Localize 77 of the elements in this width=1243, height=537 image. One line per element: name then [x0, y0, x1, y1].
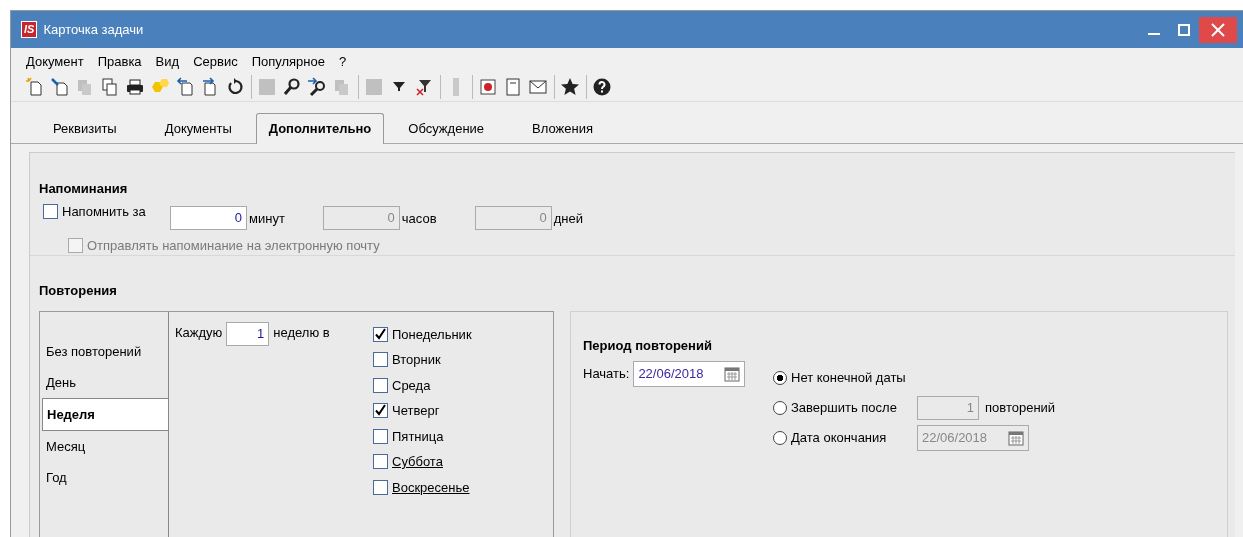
mode-item[interactable]: Год: [40, 461, 168, 493]
close-icon: [1211, 22, 1225, 37]
print-icon: [125, 76, 145, 97]
calendar-icon: [1008, 430, 1024, 446]
checkmark-icon: [374, 404, 387, 418]
section-heading: Повторения: [39, 282, 118, 300]
checkbox[interactable]: [373, 403, 388, 419]
menu-item[interactable]: ?: [332, 52, 354, 72]
field-label: Каждую: [175, 323, 223, 342]
maximize-icon: [1178, 23, 1190, 36]
checkbox-label: Четверг: [392, 402, 440, 420]
record-icon: [478, 76, 498, 97]
edit-document-icon: [50, 76, 70, 97]
date-field[interactable]: 22/06/2018: [633, 361, 746, 387]
checkbox[interactable]: [373, 326, 388, 342]
checkbox-label: Вторник: [392, 351, 441, 369]
close-button[interactable]: [1199, 16, 1237, 43]
disabled-block-icon: [257, 76, 277, 97]
menu-item[interactable]: Документ: [19, 52, 91, 72]
date-text: 22/06/2018: [638, 365, 704, 384]
checkbox-label: Напомнить за: [62, 202, 146, 221]
mode-item[interactable]: Неделя: [42, 397, 168, 431]
radio-button[interactable]: [773, 371, 787, 385]
tab[interactable]: Реквизиты: [29, 115, 141, 143]
section-heading: Напоминания: [39, 180, 129, 198]
menu-item[interactable]: Вид: [148, 52, 187, 72]
date-text: 22/06/2018: [922, 429, 988, 448]
menu-item[interactable]: Популярное: [244, 52, 332, 72]
tab[interactable]: Документы: [140, 115, 256, 143]
menu-item[interactable]: Сервис: [186, 52, 245, 72]
radio-label: Дата окончания: [791, 429, 888, 448]
interval-field[interactable]: 1: [226, 321, 270, 346]
app-logo: IS: [21, 21, 38, 38]
checkbox[interactable]: [373, 352, 388, 368]
unit-label: часов: [401, 210, 437, 229]
checkmark-icon: [374, 327, 387, 341]
mode-item[interactable]: Месяц: [40, 430, 168, 462]
import-icon: [175, 76, 195, 97]
help-icon: [592, 76, 612, 97]
unit-label: повторений: [985, 399, 1056, 418]
checkbox[interactable]: [373, 479, 388, 495]
link[interactable]: Воскресенье: [392, 477, 470, 497]
unit-label: минут: [249, 210, 285, 229]
field-label: неделю в: [273, 323, 330, 342]
tab[interactable]: Вложения: [508, 115, 617, 143]
unit-label: дней: [553, 210, 583, 229]
radio-label: Нет конечной даты: [791, 369, 907, 388]
section-heading: Период повторений: [583, 336, 713, 355]
minimize-icon: [1148, 33, 1160, 35]
mode-item[interactable]: Без повторений: [40, 335, 168, 367]
field-label: Начать:: [583, 365, 630, 384]
menu-item[interactable]: Правка: [90, 52, 149, 72]
number-field[interactable]: 0: [170, 205, 247, 230]
checkbox-label: Понедельник: [392, 325, 472, 344]
link[interactable]: Суббота: [392, 452, 443, 472]
radio-label: Завершить после: [791, 399, 898, 418]
page-icon: [503, 76, 523, 97]
checkbox[interactable]: [373, 428, 388, 444]
duplicate-icon: [100, 76, 120, 97]
disabled-block-icon: [364, 76, 384, 97]
radio-button[interactable]: [773, 431, 787, 445]
checkbox-label: Отправлять напоминание на электронную почту: [87, 236, 380, 255]
search-next-icon: [307, 76, 327, 97]
checkbox[interactable]: [43, 203, 58, 219]
tab[interactable]: Дополнительно: [255, 113, 385, 144]
new-document-icon: [25, 76, 45, 97]
checkbox-label: Пятница: [392, 427, 444, 446]
calendar-icon: [724, 366, 741, 382]
tab[interactable]: Обсуждение: [384, 115, 509, 143]
checkbox-label: Среда: [392, 376, 431, 395]
checkbox[interactable]: [373, 454, 388, 470]
window-title: Карточка задачи: [43, 20, 144, 39]
checkbox[interactable]: [373, 377, 388, 393]
star-icon: [560, 76, 580, 97]
mode-item[interactable]: День: [40, 366, 168, 398]
search-icon: [282, 76, 302, 97]
radio-button[interactable]: [773, 401, 787, 415]
